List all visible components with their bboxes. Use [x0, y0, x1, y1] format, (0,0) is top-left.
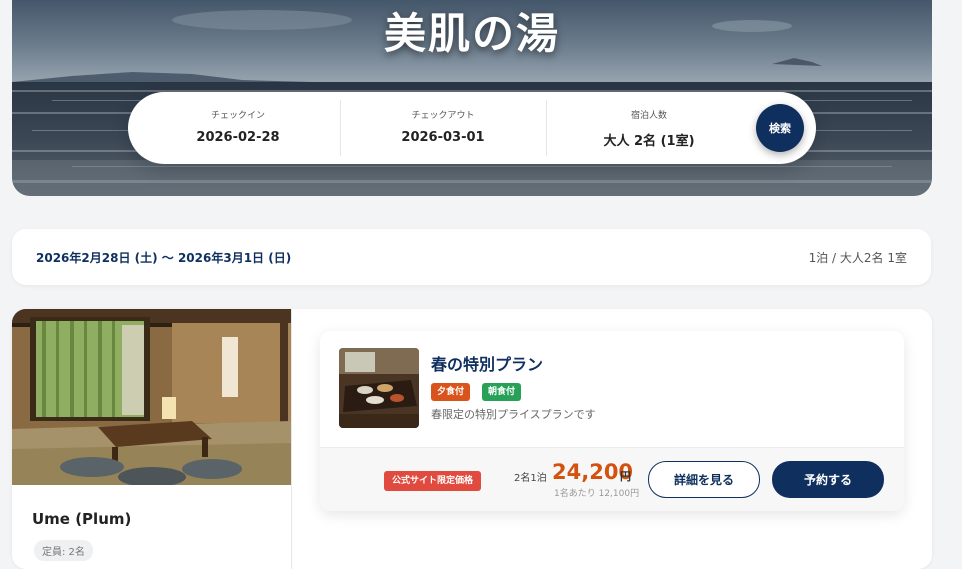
divider — [546, 100, 547, 156]
official-price-badge: 公式サイト限定価格 — [384, 471, 482, 491]
checkout-label: チェックアウト — [411, 111, 475, 121]
search-button[interactable]: 検索 — [756, 104, 804, 152]
capacity-badge: 定員: 2名 — [34, 540, 93, 561]
plan-meal-image — [339, 348, 419, 428]
room-photo — [12, 309, 291, 485]
checkin-label: チェックイン — [210, 111, 265, 121]
price-unit: 2名1泊 — [514, 473, 547, 484]
stay-summary-bar: 2026年2月28日 (土) 〜 2026年3月1日 (日) 1泊 / 大人2名… — [12, 229, 931, 285]
price-per-person: 1名あたり 12,100円 — [554, 489, 640, 499]
date-range: 2026年2月28日 (土) 〜 2026年3月1日 (日) — [36, 251, 292, 265]
divider — [340, 100, 341, 156]
guests-field[interactable]: 宿泊人数 大人 2名 (1室) — [556, 102, 742, 154]
plan-card: 春の特別プラン 夕食付 朝食付 春限定の特別プライスプランです 公式サイト限定価… — [320, 331, 904, 511]
search-bar: チェックイン 2026-02-28 チェックアウト 2026-03-01 宿泊人… — [128, 92, 816, 164]
divider — [291, 309, 292, 569]
breakfast-tag: 朝食付 — [482, 383, 522, 401]
checkout-value[interactable]: 2026-03-01 — [350, 130, 536, 145]
plan-title[interactable]: 春の特別プラン — [431, 351, 543, 375]
guests-label: 宿泊人数 — [630, 111, 667, 121]
plan-price-footer: 公式サイト限定価格 2名1泊 24,200 円 1名あたり 12,100円 詳細… — [320, 447, 904, 511]
book-button[interactable]: 予約する — [772, 461, 884, 498]
checkout-field[interactable]: チェックアウト 2026-03-01 — [350, 102, 536, 154]
room-name: Ume (Plum) — [32, 510, 132, 528]
plan-thumbnail[interactable] — [339, 348, 419, 428]
dinner-tag: 夕食付 — [431, 383, 471, 401]
price-currency: 円 — [620, 470, 631, 483]
plan-description: 春限定の特別プライスプランです — [431, 408, 596, 421]
guests-value[interactable]: 大人 2名 (1室) — [556, 130, 742, 149]
checkin-value[interactable]: 2026-02-28 — [148, 130, 328, 145]
checkin-field[interactable]: チェックイン 2026-02-28 — [148, 102, 328, 154]
stay-guests-summary: 1泊 / 大人2名 1室 — [808, 251, 907, 265]
hero-title: 美肌の湯 — [383, 9, 560, 58]
view-details-button[interactable]: 詳細を見る — [648, 461, 760, 498]
